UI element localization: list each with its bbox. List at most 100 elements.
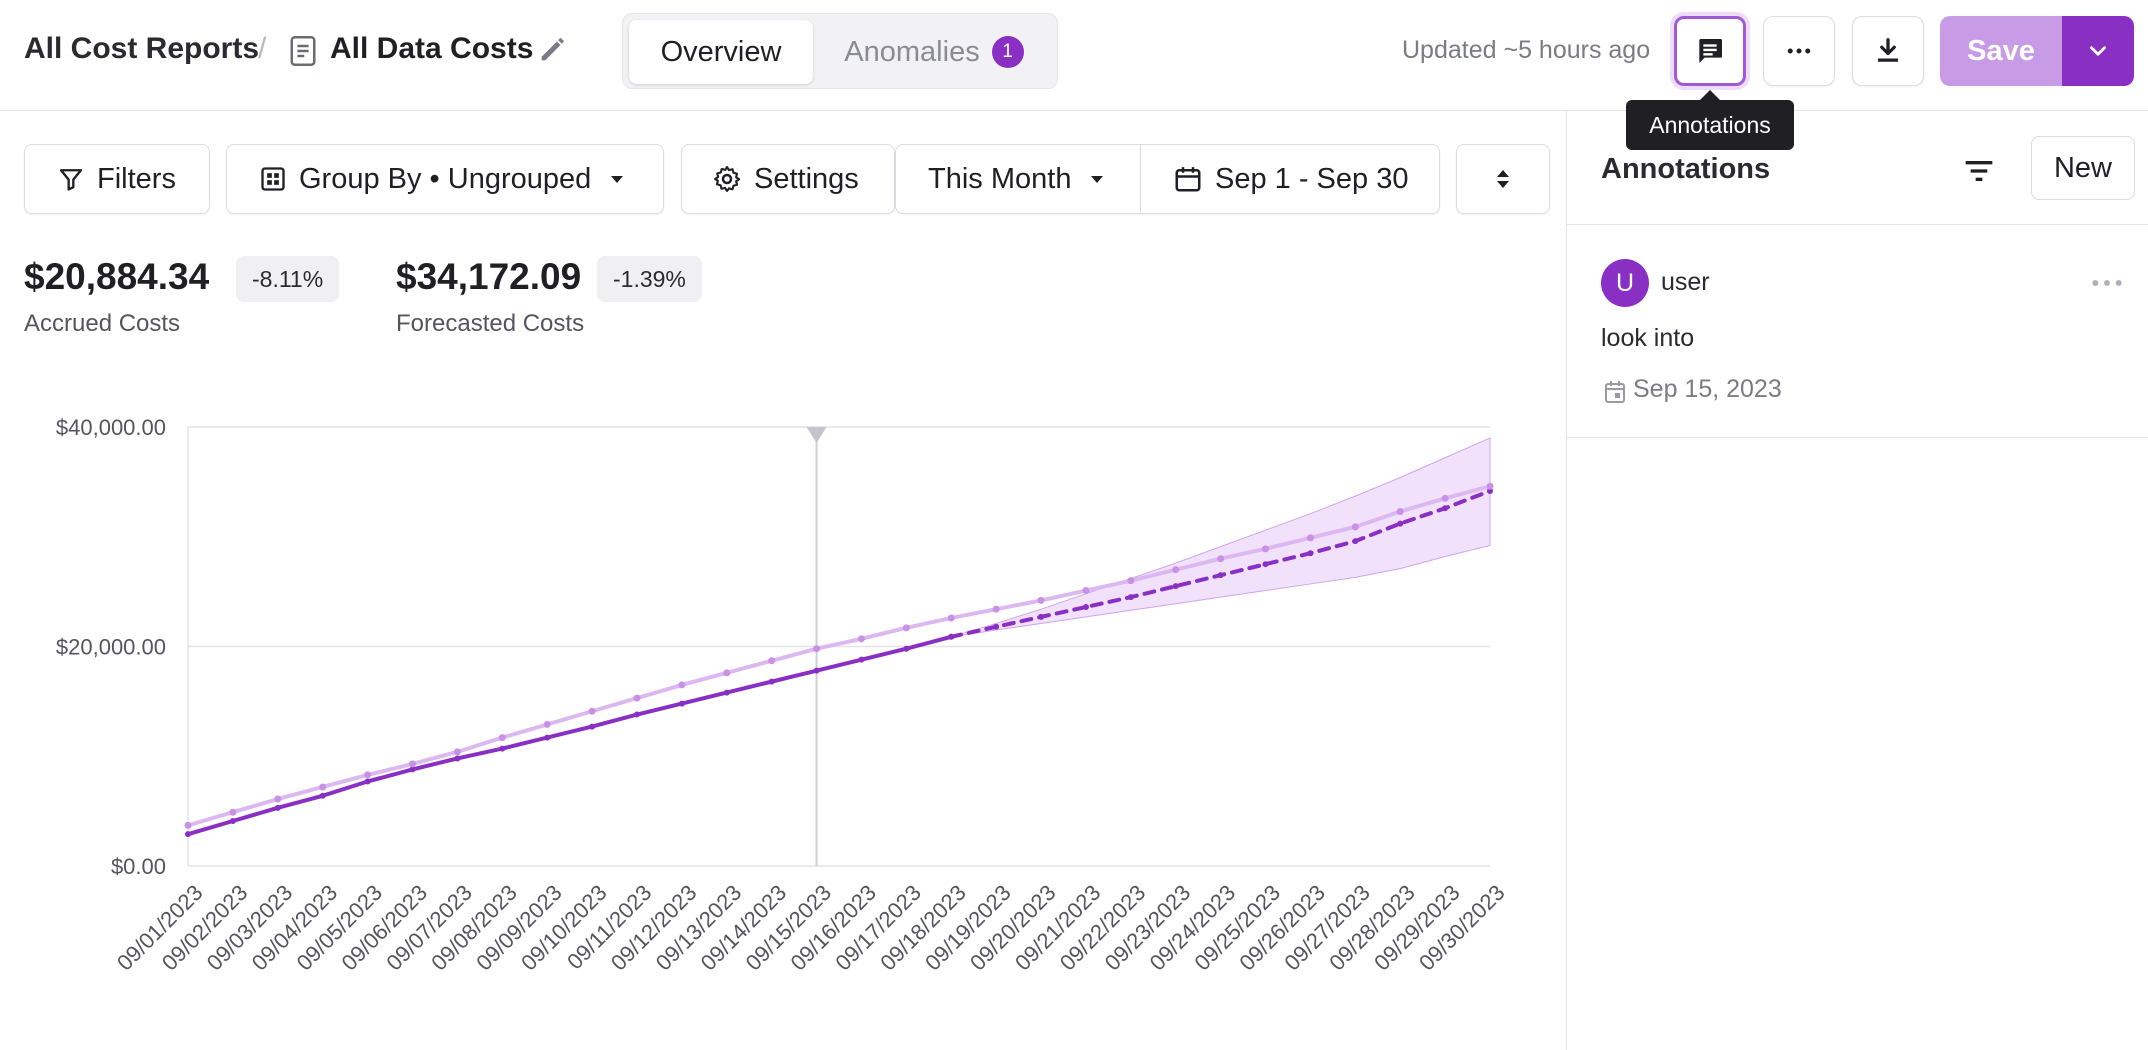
accrued-point — [274, 804, 281, 811]
previous-period-point — [184, 821, 192, 829]
anomalies-count-badge: 1 — [991, 36, 1024, 68]
caret-down-icon — [611, 176, 624, 183]
forecast-point — [1262, 561, 1269, 568]
cost-chart: $0.00$20,000.00$40,000.0009/01/202309/02… — [56, 415, 1510, 975]
grid-icon — [261, 167, 285, 191]
divider — [1567, 437, 2148, 438]
accrued-costs-label: Accrued Costs — [24, 310, 181, 337]
previous-period-point — [1306, 534, 1314, 542]
download-icon — [1878, 38, 1898, 62]
annotations-button[interactable] — [1674, 16, 1746, 86]
previous-period-point — [947, 614, 955, 622]
y-tick-label: $40,000.00 — [56, 415, 166, 440]
settings-button[interactable]: Settings — [681, 144, 895, 214]
accrued-point — [364, 778, 371, 785]
download-button[interactable] — [1852, 16, 1924, 86]
breadcrumb-all-cost-reports[interactable]: All Cost Reports — [24, 32, 259, 66]
accrued-point — [723, 689, 730, 696]
previous-period-point — [1396, 508, 1404, 516]
group-by-label: Group By • Ungrouped — [299, 162, 592, 195]
previous-period-point — [633, 694, 641, 702]
forecast-point — [1082, 603, 1089, 610]
forecast-point — [948, 633, 955, 640]
previous-period-point — [1486, 482, 1494, 490]
forecast-point — [1172, 583, 1179, 590]
previous-period-point — [992, 605, 1000, 613]
gear-icon — [714, 166, 741, 192]
accrued-point — [589, 723, 596, 730]
accrued-point — [678, 700, 685, 707]
date-range-label: Sep 1 - Sep 30 — [1215, 162, 1409, 195]
annotation-marker-triangle — [806, 427, 827, 443]
previous-period-point — [723, 669, 731, 677]
forecast-point — [1397, 520, 1404, 527]
accrued-change-badge: -8.11% — [236, 256, 340, 302]
divider — [1567, 224, 2148, 225]
sort-icon — [1497, 170, 1509, 188]
forecast-point — [1127, 594, 1134, 601]
filter-lines-icon[interactable] — [1959, 151, 1999, 191]
previous-period-point — [857, 635, 865, 643]
period-label: This Month — [928, 162, 1072, 195]
annotations-tooltip: Annotations — [1626, 90, 1794, 150]
more-horizontal-icon — [1787, 48, 1811, 54]
accrued-point — [454, 755, 461, 762]
accrued-point — [319, 792, 326, 799]
filters-label: Filters — [97, 162, 176, 195]
previous-period-point — [364, 771, 372, 779]
accrued-point — [903, 645, 910, 652]
accrued-point — [544, 734, 551, 741]
save-options-button[interactable] — [2062, 16, 2134, 86]
caret-down-icon — [1091, 176, 1104, 183]
date-range-picker[interactable]: Sep 1 - Sep 30 — [1140, 144, 1440, 214]
previous-period-point — [453, 748, 461, 756]
previous-period-point — [1172, 566, 1180, 574]
settings-label: Settings — [754, 162, 859, 195]
sort-button[interactable] — [1456, 144, 1550, 214]
group-by-dropdown[interactable]: Group By • Ungrouped — [226, 144, 664, 214]
forecast-point — [1442, 505, 1449, 512]
y-tick-label: $20,000.00 — [56, 635, 166, 660]
annotation-author: user — [1661, 268, 1710, 296]
updated-timestamp: Updated ~5 hours ago — [1402, 36, 1651, 64]
accrued-point — [499, 745, 506, 752]
previous-period-point — [1217, 555, 1225, 563]
tab-anomalies[interactable]: Anomalies 1 — [819, 20, 1049, 84]
top-header: All Cost Reports / All Data Costs Overvi… — [0, 0, 2148, 111]
previous-period-point — [768, 657, 776, 665]
more-horizontal-icon[interactable] — [2087, 263, 2127, 303]
previous-period-point — [1037, 596, 1045, 604]
new-annotation-button[interactable]: New — [2031, 136, 2135, 200]
filter-icon — [59, 169, 83, 191]
accrued-point — [229, 818, 236, 825]
breadcrumb-separator: / — [258, 32, 267, 65]
accrued-point — [813, 667, 820, 674]
previous-period-point — [543, 720, 551, 728]
calendar-icon — [1605, 381, 1625, 403]
accrued-point — [185, 831, 191, 838]
forecast-point — [1217, 572, 1224, 579]
annotation-date: Sep 15, 2023 — [1633, 375, 1782, 403]
previous-period-point — [1127, 577, 1135, 585]
previous-period-point — [1082, 587, 1090, 595]
filters-button[interactable]: Filters — [24, 144, 210, 214]
period-dropdown[interactable]: This Month — [895, 144, 1141, 214]
tab-overview[interactable]: Overview — [629, 20, 813, 84]
previous-period-point — [588, 707, 596, 715]
forecast-confidence-band — [951, 437, 1491, 638]
previous-period-point — [1441, 494, 1449, 502]
save-button[interactable]: Save — [1940, 16, 2062, 86]
pencil-icon[interactable] — [536, 32, 570, 66]
previous-period-point — [408, 760, 416, 768]
accrued-point — [858, 656, 865, 663]
forecasted-costs-label: Forecasted Costs — [396, 310, 585, 337]
avatar: U — [1601, 259, 1649, 307]
forecast-point — [993, 623, 1000, 630]
previous-period-point — [902, 624, 910, 632]
accrued-costs-value: $20,884.34 — [24, 256, 210, 297]
more-options-button[interactable] — [1763, 16, 1835, 86]
forecast-point — [1352, 538, 1359, 545]
chevron-down-icon — [2090, 46, 2106, 56]
y-tick-label: $0.00 — [111, 854, 166, 879]
forecasted-costs-value: $34,172.09 — [396, 256, 582, 297]
